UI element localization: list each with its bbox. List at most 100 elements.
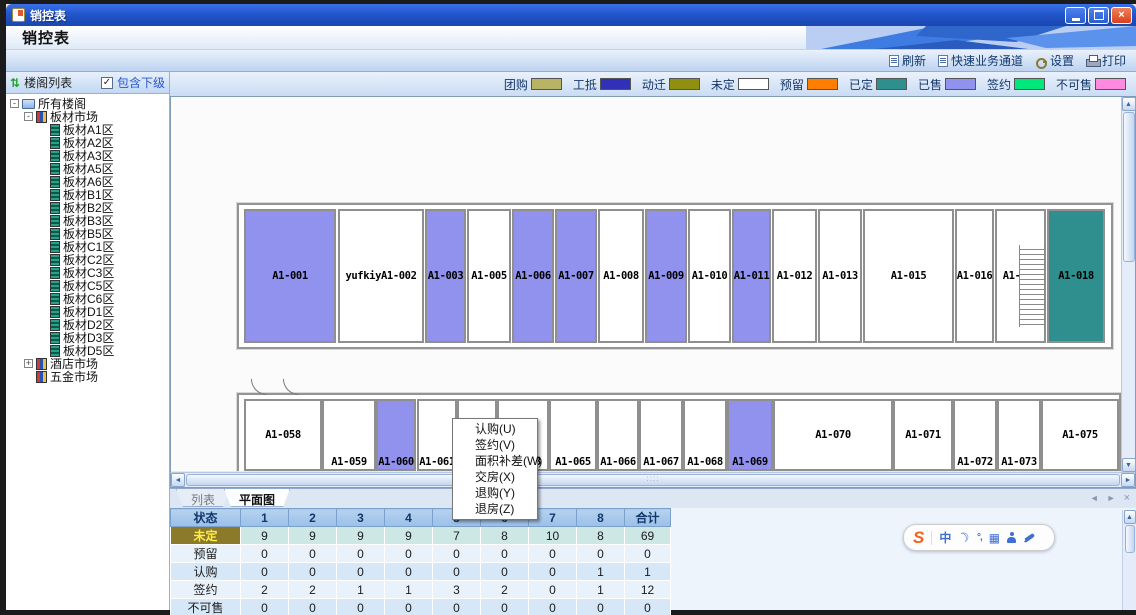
cell-value: 0 (289, 563, 337, 581)
quick-business-channel-button[interactable]: 快速业务通道 (938, 52, 1023, 69)
row-label: 预留 (171, 545, 241, 563)
chinese-mode-icon[interactable]: 中 (939, 529, 951, 546)
tree-expander-icon[interactable]: - (10, 99, 19, 108)
scroll-down-icon[interactable]: ▼ (1122, 458, 1136, 472)
tab-prev-icon[interactable]: ◄ (1090, 493, 1099, 503)
building-icon (50, 332, 60, 344)
legend-item: 动迁 (642, 76, 700, 93)
soft-keyboard-icon[interactable]: ▦ (989, 531, 1000, 545)
legend-swatch (531, 78, 562, 90)
unit-A1-016[interactable]: A1-016 (955, 209, 994, 343)
unit-A1-072[interactable]: A1-072 (953, 399, 997, 471)
unit-A1-075[interactable]: A1-075 (1041, 399, 1119, 471)
scroll-up-icon[interactable]: ▲ (1122, 97, 1136, 111)
cell-value: 9 (241, 527, 289, 545)
cell-value: 3 (433, 581, 481, 599)
unit-label: A1-009 (648, 270, 684, 282)
unit-A1-006[interactable]: A1-006 (512, 209, 554, 343)
plan-horizontal-scrollbar[interactable]: ◄ ► (170, 472, 1136, 488)
building-icon (50, 202, 60, 214)
cell-value: 1 (577, 563, 625, 581)
unit-A1-069[interactable]: A1-069 (727, 399, 773, 471)
tab-列表[interactable]: 列表 (176, 489, 230, 507)
table-row[interactable]: 认购000000011 (171, 563, 671, 581)
cell-value: 0 (625, 545, 671, 563)
table-row[interactable]: 未定99997810869 (171, 527, 671, 545)
unit-A1-013[interactable]: A1-013 (818, 209, 862, 343)
unit-label: A1-008 (603, 270, 639, 282)
unit-A1-018[interactable]: A1-018 (1047, 209, 1105, 343)
minimize-button[interactable] (1065, 7, 1086, 24)
scroll-left-icon[interactable]: ◄ (171, 473, 185, 487)
include-sub-checkbox[interactable]: ✓ (101, 77, 113, 89)
vertical-scroll-thumb[interactable] (1123, 112, 1135, 262)
unit-A1-002[interactable]: yufkiyA1-002 (338, 209, 424, 343)
refresh-tree-icon[interactable]: ⇅ (10, 76, 20, 90)
table-row[interactable]: 预留000000000 (171, 545, 671, 563)
ime-toolbar: S 中 ☽ °, ▦ (903, 524, 1055, 551)
tab-close-icon[interactable]: × (1124, 492, 1130, 504)
unit-A1-065[interactable]: A1-065 (549, 399, 597, 471)
vertical-scroll-thumb[interactable] (1125, 525, 1135, 553)
scroll-right-icon[interactable]: ► (1121, 473, 1135, 487)
cell-value: 0 (529, 581, 577, 599)
tree-expander-icon[interactable]: - (24, 112, 33, 121)
unit-A1-070[interactable]: A1-070 (773, 399, 893, 471)
restore-button[interactable] (1088, 7, 1109, 24)
unit-A1-011[interactable]: A1-011 (732, 209, 771, 343)
cell-value: 2 (289, 581, 337, 599)
user-icon[interactable] (1007, 532, 1016, 543)
unit-A1-073[interactable]: A1-073 (997, 399, 1041, 471)
menu-item-V[interactable]: 签约(V) (453, 437, 537, 453)
tree-item-group[interactable]: 五金市场 (6, 370, 169, 383)
unit-A1-008[interactable]: A1-008 (598, 209, 644, 343)
unit-A1-071[interactable]: A1-071 (893, 399, 953, 471)
punctuation-icon[interactable]: °, (977, 532, 982, 543)
cell-value: 0 (433, 545, 481, 563)
table-row[interactable]: 签约2211320112 (171, 581, 671, 599)
settings-button[interactable]: 设置 (1035, 52, 1074, 69)
close-button[interactable]: × (1111, 7, 1132, 24)
menu-item-U[interactable]: 认购(U) (453, 421, 537, 437)
title-bar[interactable]: 销控表 × (6, 4, 1136, 26)
unit-A1-061[interactable]: A1-061 (417, 399, 457, 471)
unit-A1-068[interactable]: A1-068 (683, 399, 727, 471)
building-icon (50, 150, 60, 162)
unit-label: A1-061 (419, 456, 455, 468)
building-icon (50, 241, 60, 253)
print-button[interactable]: 打印 (1086, 52, 1126, 69)
tab-next-icon[interactable]: ► (1107, 493, 1116, 503)
unit-A1-060[interactable]: A1-060 (376, 399, 416, 471)
horizontal-scroll-thumb[interactable] (186, 474, 1120, 486)
tab-平面图[interactable]: 平面图 (224, 489, 290, 507)
legend-swatch (807, 78, 838, 90)
unit-A1-009[interactable]: A1-009 (645, 209, 687, 343)
unit-A1-010[interactable]: A1-010 (688, 209, 731, 343)
bottom-right-scrollbar[interactable]: ▲ (1122, 510, 1136, 610)
refresh-button[interactable]: 刷新 (889, 52, 926, 69)
unit-label: A1-065 (555, 456, 591, 468)
unit-A1-001[interactable]: A1-001 (244, 209, 336, 343)
table-row[interactable]: 不可售000000000 (171, 599, 671, 615)
floor-plan: A1-001yufkiyA1-002A1-003A1-005 A1-006 A1-0… (171, 97, 1121, 471)
unit-A1-066[interactable]: A1-066 (597, 399, 639, 471)
unit-label: A1-006 (515, 270, 551, 282)
unit-A1-003[interactable]: A1-003 (425, 209, 466, 343)
unit-A1-058[interactable]: A1-058 (244, 399, 322, 471)
scroll-up-icon[interactable]: ▲ (1124, 510, 1136, 524)
unit-A1-067[interactable]: A1-067 (639, 399, 683, 471)
unit-A1-059[interactable]: A1-059 (322, 399, 376, 471)
sogou-logo-icon[interactable]: S (913, 528, 924, 548)
menu-item-W[interactable]: 面积补差(W) (453, 453, 537, 469)
unit-A1-012[interactable]: A1-012 (772, 209, 817, 343)
wrench-icon[interactable] (1023, 532, 1035, 542)
fullhalf-moon-icon[interactable]: ☽ (956, 528, 973, 547)
menu-item-Z[interactable]: 退房(Z) (453, 501, 537, 517)
plan-vertical-scrollbar[interactable]: ▲ ▼ (1121, 97, 1135, 472)
unit-A1-015[interactable]: A1-015 (863, 209, 954, 343)
unit-A1-007[interactable]: A1-007 (555, 209, 597, 343)
menu-item-Y[interactable]: 退购(Y) (453, 485, 537, 501)
menu-item-X[interactable]: 交房(X) (453, 469, 537, 485)
tree-expander-icon[interactable]: + (24, 359, 33, 368)
unit-A1-005[interactable]: A1-005 (467, 209, 511, 343)
